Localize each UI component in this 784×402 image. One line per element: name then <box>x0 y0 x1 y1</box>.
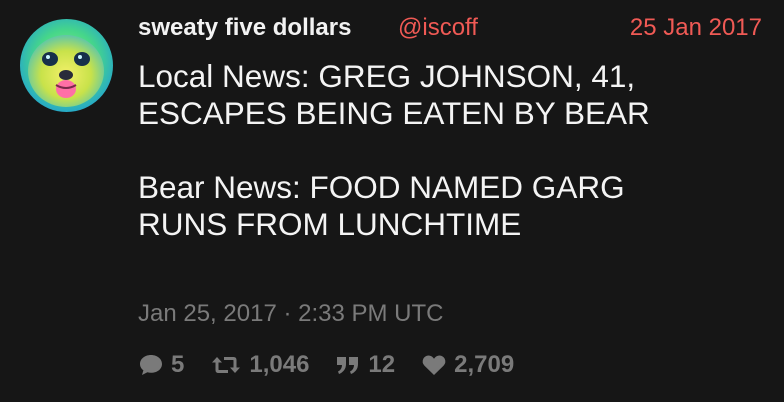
username-handle[interactable]: @iscoff <box>398 14 478 42</box>
quote-icon <box>335 353 361 377</box>
like-stat[interactable]: 2,709 <box>421 351 514 379</box>
tweet-text-line: RUNS FROM LUNCHTIME <box>138 206 522 242</box>
dog-avatar-image <box>20 19 113 112</box>
comment-icon <box>138 353 164 377</box>
tweet-card: sweaty five dollars @iscoff 25 Jan 2017 … <box>0 0 784 402</box>
tweet-timestamp[interactable]: Jan 25, 2017 · 2:33 PM UTC <box>138 300 443 328</box>
reply-count: 5 <box>171 351 185 378</box>
tweet-text-line: ESCAPES BEING EATEN BY BEAR <box>138 95 650 131</box>
display-name[interactable]: sweaty five dollars <box>138 14 351 42</box>
like-count: 2,709 <box>454 351 515 378</box>
tweet-stats: 5 1,046 12 2,709 <box>138 350 540 380</box>
retweet-stat[interactable]: 1,046 <box>210 351 309 379</box>
retweet-count: 1,046 <box>249 351 310 378</box>
tweet-date-link[interactable]: 25 Jan 2017 <box>630 14 762 42</box>
tweet-header: sweaty five dollars @iscoff 25 Jan 2017 <box>138 14 764 46</box>
tweet-text-line: Bear News: FOOD NAMED GARG <box>138 169 625 205</box>
retweet-icon <box>210 353 242 377</box>
quote-count: 12 <box>368 351 396 378</box>
tweet-content: Local News: GREG JOHNSON, 41, ESCAPES BE… <box>138 58 758 243</box>
quote-stat[interactable]: 12 <box>335 351 395 379</box>
heart-icon <box>421 353 447 377</box>
reply-stat[interactable]: 5 <box>138 351 184 379</box>
avatar[interactable] <box>20 19 113 112</box>
tweet-text-line: Local News: GREG JOHNSON, 41, <box>138 58 636 94</box>
